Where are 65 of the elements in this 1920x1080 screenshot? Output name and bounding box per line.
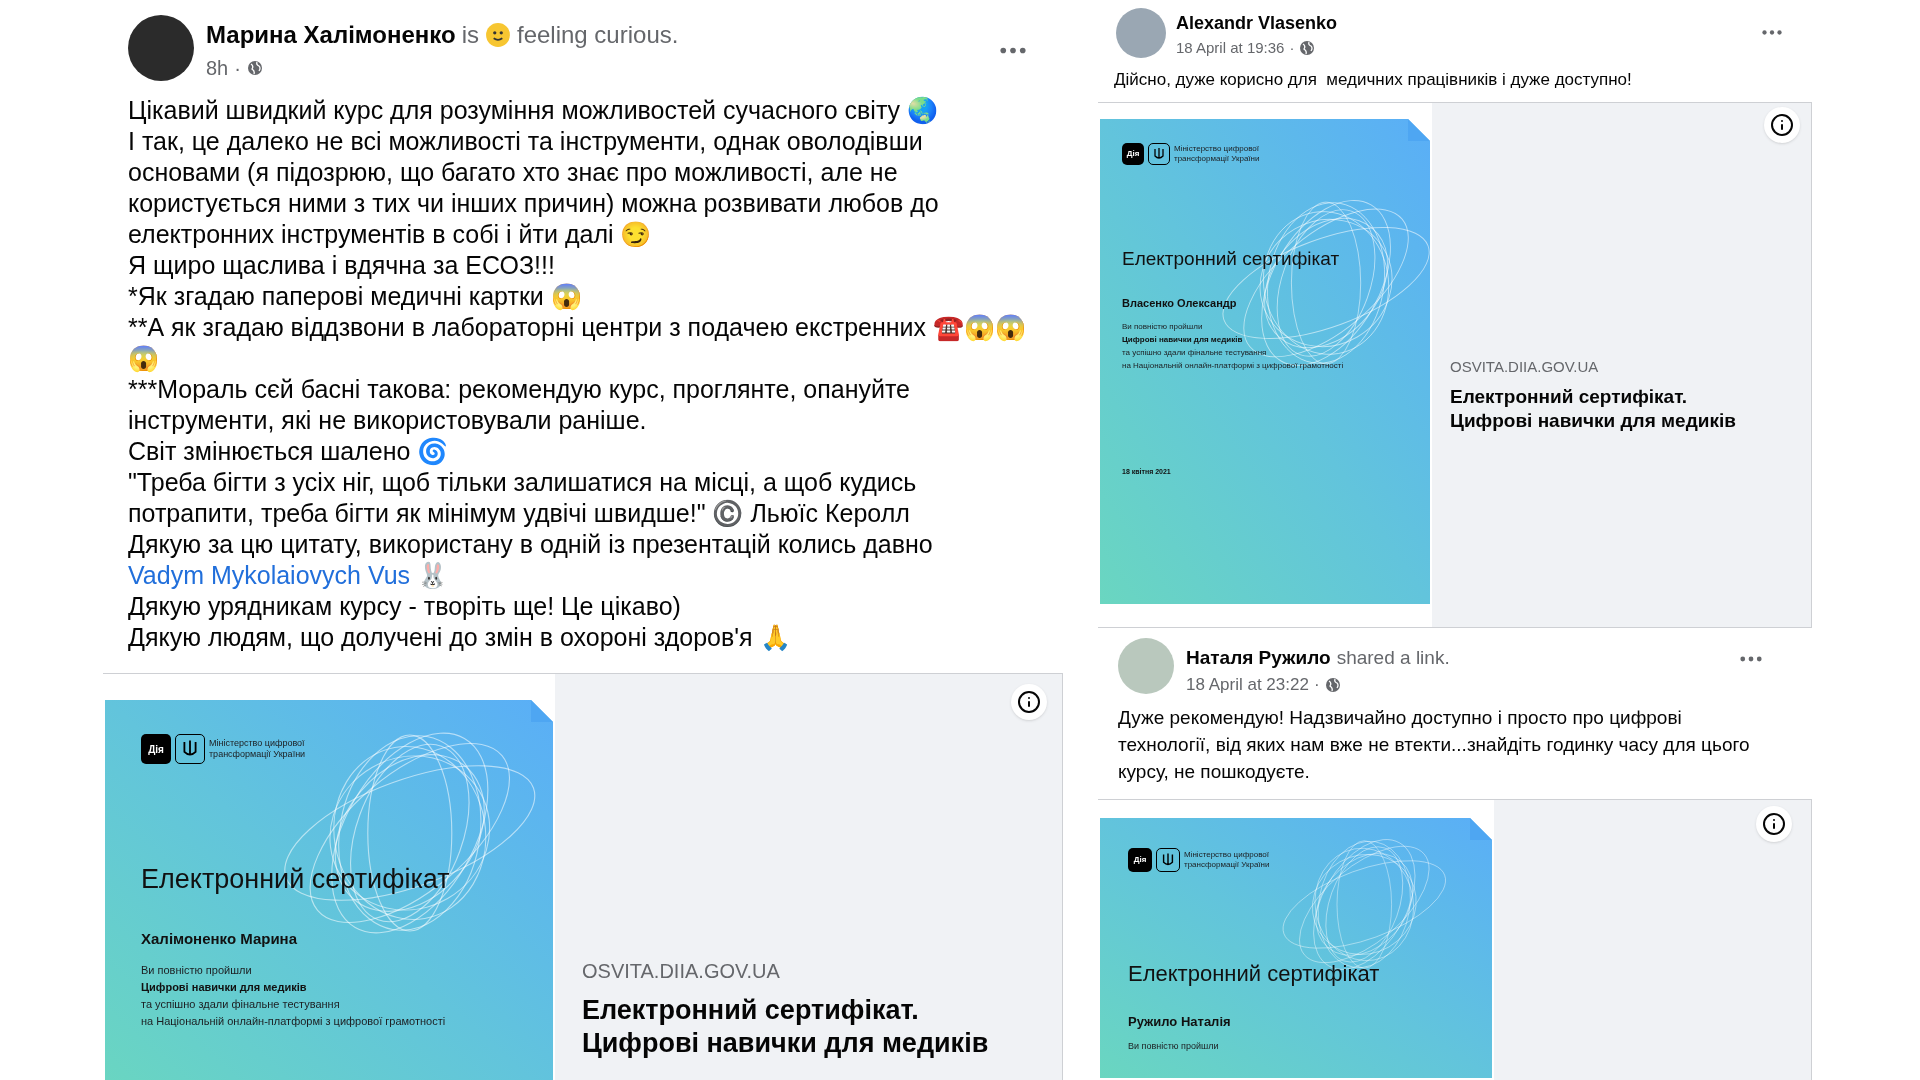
certificate-title: Електронний сертифікат (141, 863, 451, 896)
globe-icon (1324, 676, 1341, 693)
separator-dot: · (1289, 38, 1295, 58)
link-domain: OSVITA.DIIA.GOV.UA (582, 959, 781, 984)
logo-badge: Дія (141, 734, 171, 764)
link-title: Електронний сертифікат. (582, 994, 920, 1027)
post-text: *Як згадаю паперові медичні картки 😱 (128, 281, 583, 312)
author-name[interactable]: Наталя Ружило (1186, 643, 1331, 672)
ministry-name: Міністерство цифрової трансформації України (209, 737, 307, 761)
post-text: Дійсно, дуже корисно для медичних працівників і дуже доступно! (1114, 68, 1633, 91)
more-options-icon[interactable] (1000, 47, 1026, 54)
post-text: Дякую людям, що долучені до змін в охороні здоров'я 🙏 (128, 622, 792, 653)
trident-icon (1148, 142, 1170, 165)
link-info-panel[interactable]: OSVITA.DIIA.GOV.UA Електронний сертифікат. Цифрові навички для медиків (1432, 102, 1812, 627)
author-name[interactable]: Марина Халімоненко (206, 17, 456, 53)
post-text: Дякую за цю цитату, використану в одній із презентацій колись давно Vadym Mykolaiovych Vus 🐰 (128, 529, 934, 591)
trident-icon (1156, 847, 1180, 872)
link-domain: OSVITA.DIIA.GOV.UA (1450, 357, 1600, 378)
ministry-name: Міністерство цифрової трансформації України (1174, 143, 1261, 164)
recipient-name: Халімоненко Марина (141, 928, 298, 949)
separator-dot: · (1313, 674, 1320, 696)
link-info-panel[interactable]: OSVITA.DIIA.GOV.UA Електронний сертифікат. Цифрові навички для медиків (555, 674, 1063, 1080)
status-verb: is (461, 20, 479, 50)
more-options-icon[interactable] (1740, 655, 1762, 662)
certificate-title: Електронний сертифікат (1122, 246, 1341, 271)
ministry-name: Міністерство цифрової трансформації України (1184, 849, 1271, 870)
post-text: **А як згадаю віддзвони в лабораторні центри з подачею екстренних ☎😱😱😱 (128, 312, 1027, 374)
link-title: Цифрові навички для медиків (1450, 408, 1737, 433)
post-text: ***Мораль сєй басні такова: рекомендую курс, проглянте, опануйте інструменти, які не використовували раніше. (128, 374, 912, 436)
certificate-text: Ви повністю пройшли (1128, 1040, 1220, 1053)
post-time[interactable]: 8h (206, 53, 229, 83)
post-time[interactable]: 18 April at 23:22 (1186, 672, 1309, 698)
certificate-text: Ви повністю пройшли (141, 963, 253, 978)
logo-badge: Дія (1128, 847, 1152, 872)
post-text: Світ змінюється шалено 🌀 (128, 436, 450, 467)
logo-badge: Дія (1122, 142, 1144, 165)
certificate-text: та успішно здали фінальне тестування (141, 997, 341, 1012)
trident-icon (175, 734, 205, 764)
globe-icon (1299, 40, 1316, 57)
post-text: Дуже рекомендую! Надзвичайно доступно і просто про цифрові технології, від яких нам вже не втекти...знайдіть годинку часу для цього курсу, не пошкодуєте. (1118, 705, 1751, 784)
author-name[interactable]: Alexandr Vlasenko (1176, 10, 1752, 37)
certificate-text: на Національній онлайн-платформі з цифрової грамотності (1122, 359, 1345, 372)
certificate-text: та успішно здали фінальне тестування (1122, 346, 1268, 359)
globe-icon (246, 60, 263, 76)
certificate-text: Цифрові навички для медиків (141, 980, 308, 995)
post-text: Я щиро щаслива і вдячна за ЕСОЗ!!! (128, 250, 556, 281)
more-options-icon[interactable] (1762, 30, 1782, 35)
recipient-name: Ружило Наталія (1128, 1012, 1232, 1031)
status-verb: shared a link. (1336, 645, 1450, 670)
link-title: Електронний сертифікат. (1450, 384, 1689, 409)
certificate-text: на Національній онлайн-платформі з цифрової грамотності (141, 1014, 447, 1029)
smiley-icon (484, 22, 511, 48)
certificate-text: Ви повністю пройшли (1122, 320, 1204, 333)
post-text: Дякую урядникам курсу - творіть ще! Це цікаво) (128, 591, 682, 622)
link-title: Цифрові навички для медиків (582, 1027, 990, 1060)
post-text: Цікавий швидкий курс для розуміння можливостей сучасного світу 🌏 (128, 95, 940, 126)
profile-link[interactable]: Vadym Mykolaiovych Vus (128, 561, 411, 589)
separator-dot: · (234, 56, 241, 81)
post-text: "Треба бігти з усіх ніг, щоб тільки залишатися на місці, а щоб кудись потрапити, треба бігти як мінімум удвічі швидше!" © Льюїс Керолл (128, 467, 918, 529)
feeling-text: feeling curious. (516, 20, 679, 50)
recipient-name: Власенко Олександр (1122, 296, 1238, 311)
certificate-title: Електронний сертифікат (1128, 959, 1381, 988)
post-time[interactable]: 18 April at 19:36 (1176, 37, 1285, 60)
post-text: І так, це далеко не всі можливості та інструменти, однак оволодівши основами (я підозрюю, що багато хто знає про можливості, але не користується ними з тих чи інших причин) можна розвивати любов до електронних інструментів в собі і йти далі 😏 (128, 126, 940, 250)
certificate-text: Цифрові навички для медиків (1122, 333, 1244, 346)
